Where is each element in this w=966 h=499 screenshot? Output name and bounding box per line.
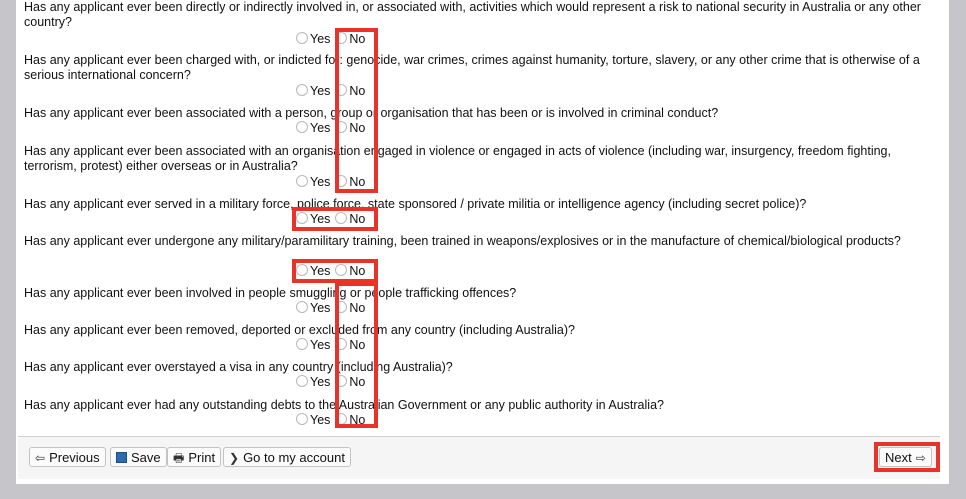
no-radio[interactable]: [335, 264, 348, 276]
yes-option[interactable]: Yes: [296, 375, 330, 390]
yes-option[interactable]: Yes: [296, 413, 330, 428]
question-text: Has any applicant ever been involved in …: [24, 286, 517, 300]
no-option[interactable]: No: [335, 121, 365, 136]
yes-radio[interactable]: [296, 264, 308, 276]
question-text: Has any applicant ever been removed, dep…: [24, 323, 576, 337]
answer-options: Yes No: [296, 121, 365, 136]
no-option[interactable]: No: [335, 375, 365, 390]
no-radio[interactable]: [335, 175, 348, 187]
no-option[interactable]: No: [335, 413, 365, 428]
no-option[interactable]: No: [335, 212, 365, 227]
form-panel: Has any applicant ever been directly or …: [16, 0, 949, 484]
floppy-disk-icon: [116, 452, 127, 463]
yes-radio[interactable]: [296, 84, 308, 96]
answer-options: Yes No: [296, 84, 365, 99]
question-text: Has any applicant ever overstayed a visa…: [24, 360, 453, 374]
yes-radio[interactable]: [296, 212, 308, 224]
print-button[interactable]: 🖶 Print: [167, 447, 222, 467]
yes-option[interactable]: Yes: [296, 212, 330, 227]
no-radio[interactable]: [335, 413, 348, 425]
question-criminal-conduct: Has any applicant ever been associated w…: [24, 106, 924, 121]
yes-radio[interactable]: [296, 301, 308, 313]
no-option[interactable]: No: [335, 338, 365, 353]
no-option[interactable]: No: [335, 301, 365, 316]
yes-radio[interactable]: [296, 121, 308, 133]
navigation-footer: ⇦ Previous Save 🖶 Print ❯ Go to my account …: [18, 436, 940, 479]
yes-option[interactable]: Yes: [296, 32, 330, 47]
yes-radio[interactable]: [296, 338, 308, 350]
answer-options: Yes No: [296, 301, 365, 316]
yes-option[interactable]: Yes: [296, 301, 330, 316]
arrow-left-icon: ⇦: [35, 451, 46, 465]
question-overstayed-visa: Has any applicant ever overstayed a visa…: [24, 360, 924, 375]
yes-option[interactable]: Yes: [296, 338, 330, 353]
no-radio[interactable]: [335, 84, 348, 96]
question-outstanding-debts: Has any applicant ever had any outstandi…: [24, 398, 924, 413]
no-radio[interactable]: [335, 338, 348, 350]
question-text: Has any applicant ever had any outstandi…: [24, 398, 664, 412]
arrow-right-icon: ⇨: [915, 451, 926, 465]
no-option[interactable]: No: [335, 84, 365, 99]
next-button[interactable]: Next ⇨: [879, 447, 932, 467]
no-option[interactable]: No: [335, 32, 365, 47]
question-text: Has any applicant ever been directly or …: [24, 0, 921, 29]
question-war-crimes: Has any applicant ever been charged with…: [24, 53, 924, 83]
question-text: Has any applicant ever been associated w…: [24, 106, 719, 120]
chevron-right-icon: ❯: [229, 451, 240, 465]
answer-options: Yes No: [296, 413, 365, 428]
no-radio[interactable]: [335, 32, 348, 44]
no-radio[interactable]: [335, 301, 348, 313]
go-to-account-button[interactable]: ❯ Go to my account: [223, 447, 351, 467]
no-radio[interactable]: [335, 212, 348, 224]
yes-option[interactable]: Yes: [296, 264, 330, 279]
question-text: Has any applicant ever been charged with…: [24, 53, 920, 82]
no-option[interactable]: No: [335, 264, 365, 279]
yes-option[interactable]: Yes: [296, 175, 330, 190]
answer-options: Yes No: [296, 375, 365, 390]
answer-options: Yes No: [296, 212, 365, 227]
yes-radio[interactable]: [296, 375, 308, 387]
printer-icon: 🖶: [173, 451, 185, 465]
answer-options: Yes No: [296, 32, 365, 47]
question-text: Has any applicant ever served in a milit…: [24, 197, 807, 211]
no-radio[interactable]: [335, 121, 348, 133]
answer-options: Yes No: [296, 264, 365, 279]
question-military-training: Has any applicant ever undergone any mil…: [24, 234, 924, 249]
answer-options: Yes No: [296, 338, 365, 353]
answer-options: Yes No: [296, 175, 365, 190]
yes-radio[interactable]: [296, 32, 308, 44]
no-radio[interactable]: [335, 375, 348, 387]
question-text: Has any applicant ever been associated w…: [24, 144, 891, 173]
question-people-smuggling: Has any applicant ever been involved in …: [24, 286, 924, 301]
question-military-service: Has any applicant ever served in a milit…: [24, 197, 924, 212]
yes-radio[interactable]: [296, 175, 308, 187]
question-national-security: Has any applicant ever been directly or …: [24, 0, 924, 30]
question-text: Has any applicant ever undergone any mil…: [24, 234, 901, 248]
previous-button[interactable]: ⇦ Previous: [29, 447, 106, 467]
no-option[interactable]: No: [335, 175, 365, 190]
yes-radio[interactable]: [296, 413, 308, 425]
yes-option[interactable]: Yes: [296, 121, 330, 136]
question-violence: Has any applicant ever been associated w…: [24, 144, 924, 174]
save-button[interactable]: Save: [110, 447, 167, 467]
question-deported: Has any applicant ever been removed, dep…: [24, 323, 924, 338]
yes-option[interactable]: Yes: [296, 84, 330, 99]
